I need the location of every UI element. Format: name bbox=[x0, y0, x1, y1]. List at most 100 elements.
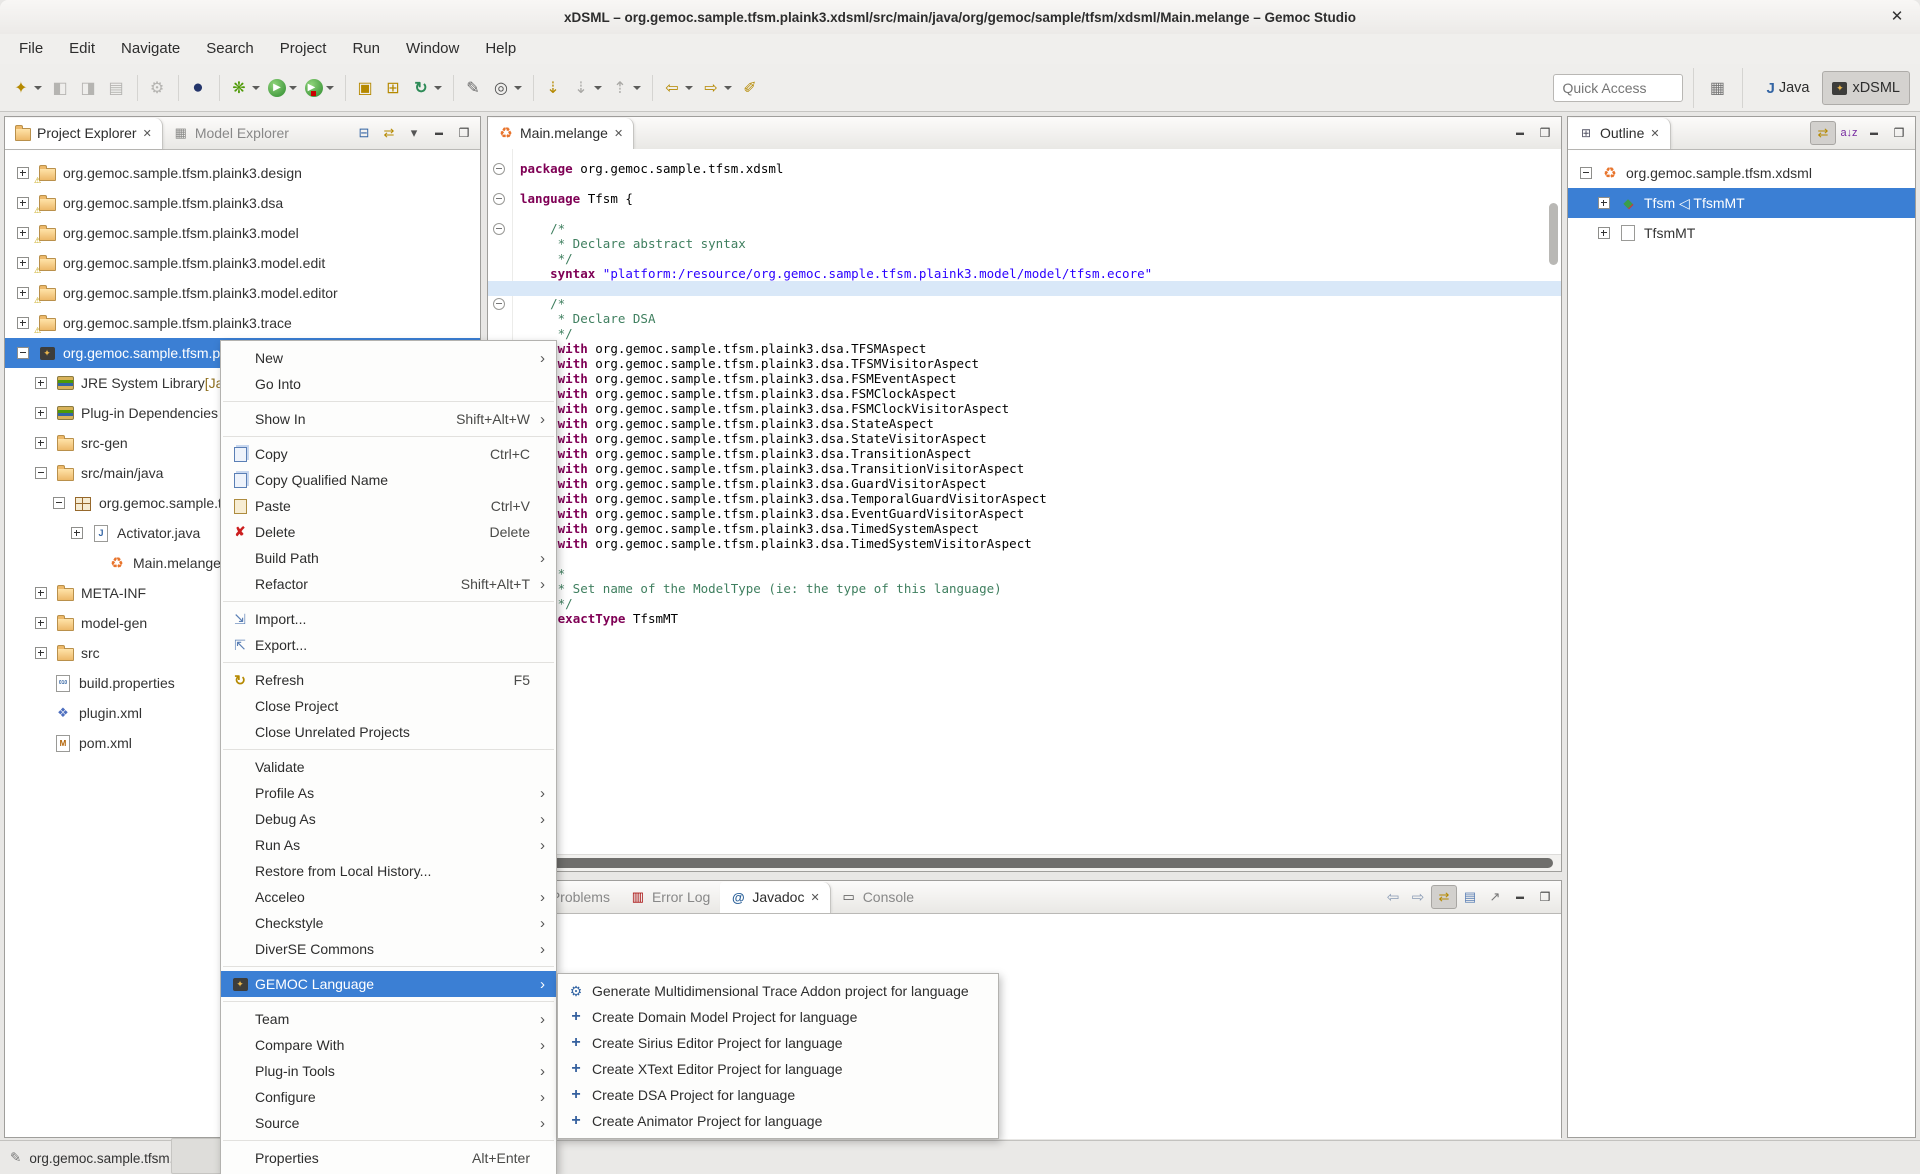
minimize-view-icon[interactable] bbox=[427, 122, 451, 144]
outline-row-tfsmmt[interactable]: TfsmMT bbox=[1568, 218, 1915, 248]
tree-row-model[interactable]: org.gemoc.sample.tfsm.plaink3.model bbox=[5, 218, 480, 248]
ctx-import[interactable]: Import... bbox=[221, 606, 556, 632]
ctx-close-unrelated-projects[interactable]: Close Unrelated Projects bbox=[221, 719, 556, 745]
ctx-team[interactable]: Team bbox=[221, 1006, 556, 1032]
tree-row-model-edit[interactable]: org.gemoc.sample.tfsm.plaink3.model.edit bbox=[5, 248, 480, 278]
editor-vertical-scrollbar[interactable] bbox=[1549, 151, 1560, 351]
fold-collapse-icon[interactable] bbox=[493, 298, 505, 310]
javadoc-back-icon[interactable]: ⇦ bbox=[1381, 886, 1405, 908]
expander-icon[interactable] bbox=[35, 587, 47, 599]
tree-row-model-editor[interactable]: org.gemoc.sample.tfsm.plaink3.model.edit… bbox=[5, 278, 480, 308]
ctx-source[interactable]: Source bbox=[221, 1110, 556, 1136]
ctx-paste[interactable]: PasteCtrl+V bbox=[221, 493, 556, 519]
ctx-go-into[interactable]: Go Into bbox=[221, 371, 556, 397]
run-history-button[interactable]: ▶ bbox=[302, 73, 337, 103]
minimize-view-icon[interactable] bbox=[1508, 886, 1532, 908]
outline-row-root[interactable]: org.gemoc.sample.tfsm.xdsml bbox=[1568, 158, 1915, 188]
tab-error-log[interactable]: ▥ Error Log bbox=[620, 882, 720, 913]
ctx-diverse-commons[interactable]: DiverSE Commons bbox=[221, 936, 556, 962]
ctx-run-as[interactable]: Run As bbox=[221, 832, 556, 858]
menu-edit[interactable]: Edit bbox=[56, 34, 108, 64]
maximize-view-icon[interactable] bbox=[1887, 122, 1911, 144]
submenu-create-sirius-editor[interactable]: Create Sirius Editor Project for languag… bbox=[558, 1030, 998, 1056]
tab-console[interactable]: ▭ Console bbox=[831, 882, 924, 913]
ctx-refactor[interactable]: RefactorShift+Alt+T bbox=[221, 571, 556, 597]
ctx-debug-as[interactable]: Debug As bbox=[221, 806, 556, 832]
menu-help[interactable]: Help bbox=[472, 34, 529, 64]
expander-icon[interactable] bbox=[17, 227, 29, 239]
chevron-down-icon[interactable] bbox=[514, 86, 522, 90]
ctx-new[interactable]: New bbox=[221, 345, 556, 371]
close-icon[interactable]: ✕ bbox=[810, 891, 819, 904]
ctx-compare-with[interactable]: Compare With bbox=[221, 1032, 556, 1058]
menu-run[interactable]: Run bbox=[339, 34, 393, 64]
search-button[interactable]: ◎ bbox=[488, 73, 525, 103]
chevron-down-icon[interactable] bbox=[633, 86, 641, 90]
submenu-create-dsa[interactable]: Create DSA Project for language bbox=[558, 1082, 998, 1108]
link-with-selection-icon[interactable]: ⇄ bbox=[1431, 885, 1457, 909]
editor-horizontal-scrollbar[interactable] bbox=[488, 854, 1561, 871]
debug-button[interactable]: ❋ bbox=[226, 73, 263, 103]
editor-content[interactable]: package org.gemoc.sample.tfsm.xdsml lang… bbox=[488, 149, 1561, 855]
expander-icon[interactable] bbox=[35, 407, 47, 419]
view-menu-icon[interactable]: ▾ bbox=[402, 122, 426, 144]
ctx-export[interactable]: Export... bbox=[221, 632, 556, 658]
titlebar[interactable]: xDSML – org.gemoc.sample.tfsm.plaink3.xd… bbox=[0, 0, 1920, 35]
new-wizard-button[interactable]: ✦ bbox=[8, 73, 45, 103]
perspective-xdsml-button[interactable]: xDSML bbox=[1822, 71, 1910, 105]
print-button[interactable]: ▤ bbox=[103, 73, 129, 103]
submenu-create-xtext-editor[interactable]: Create XText Editor Project for language bbox=[558, 1056, 998, 1082]
build-project-button[interactable]: ↻ bbox=[408, 73, 445, 103]
ctx-show-in[interactable]: Show InShift+Alt+W bbox=[221, 406, 556, 432]
ctx-plug-in-tools[interactable]: Plug-in Tools bbox=[221, 1058, 556, 1084]
minimize-view-icon[interactable] bbox=[1862, 122, 1886, 144]
ctx-copy[interactable]: CopyCtrl+C bbox=[221, 441, 556, 467]
forward-button[interactable]: ⇨ bbox=[698, 73, 735, 103]
window-close-icon[interactable]: ✕ bbox=[1888, 8, 1906, 26]
perspective-java-button[interactable]: J Java bbox=[1757, 72, 1818, 104]
expander-icon[interactable] bbox=[1598, 227, 1610, 239]
maximize-view-icon[interactable] bbox=[1533, 122, 1557, 144]
minimize-view-icon[interactable] bbox=[1508, 122, 1532, 144]
ctx-refresh[interactable]: RefreshF5 bbox=[221, 667, 556, 693]
tab-main-melange[interactable]: Main.melange ✕ bbox=[488, 118, 634, 149]
submenu-create-domain-model[interactable]: Create Domain Model Project for language bbox=[558, 1004, 998, 1030]
ctx-build-path[interactable]: Build Path bbox=[221, 545, 556, 571]
chevron-down-icon[interactable] bbox=[434, 86, 442, 90]
expander-icon[interactable] bbox=[35, 377, 47, 389]
acceleo-globe-button[interactable]: ● bbox=[185, 73, 211, 103]
maximize-view-icon[interactable] bbox=[1533, 886, 1557, 908]
expander-icon[interactable] bbox=[1580, 167, 1592, 179]
next-annotation-button[interactable]: ⇣ bbox=[568, 73, 605, 103]
run-button[interactable]: ▶ bbox=[265, 73, 300, 103]
close-icon[interactable]: ✕ bbox=[1650, 127, 1659, 140]
chevron-down-icon[interactable] bbox=[685, 86, 693, 90]
menu-window[interactable]: Window bbox=[393, 34, 472, 64]
ctx-configure[interactable]: Configure bbox=[221, 1084, 556, 1110]
expander-icon[interactable] bbox=[71, 527, 83, 539]
open-perspective-button[interactable]: ▦ bbox=[1704, 73, 1730, 103]
last-edit-location-button[interactable]: ⇣ bbox=[540, 73, 566, 103]
expander-icon[interactable] bbox=[35, 437, 47, 449]
expander-icon[interactable] bbox=[53, 497, 65, 509]
chevron-down-icon[interactable] bbox=[34, 86, 42, 90]
ctx-properties[interactable]: PropertiesAlt+Enter bbox=[221, 1145, 556, 1171]
expander-icon[interactable] bbox=[17, 167, 29, 179]
mark-occurrences-button[interactable]: ✐ bbox=[737, 73, 763, 103]
open-plugin-artifact-button[interactable]: ✎ bbox=[460, 73, 486, 103]
tree-row-trace[interactable]: org.gemoc.sample.tfsm.plaink3.trace bbox=[5, 308, 480, 338]
chevron-down-icon[interactable] bbox=[326, 86, 334, 90]
open-in-browser-icon[interactable]: ↗ bbox=[1483, 886, 1507, 908]
menu-search[interactable]: Search bbox=[193, 34, 267, 64]
ctx-delete[interactable]: DeleteDelete bbox=[221, 519, 556, 545]
new-acceleo-module-button[interactable]: ▣ bbox=[352, 73, 378, 103]
tab-outline[interactable]: ⊞ Outline ✕ bbox=[1568, 118, 1671, 149]
ctx-validate[interactable]: Validate bbox=[221, 754, 556, 780]
expander-icon[interactable] bbox=[17, 317, 29, 329]
expander-icon[interactable] bbox=[35, 647, 47, 659]
prev-annotation-button[interactable]: ⇡ bbox=[607, 73, 644, 103]
javadoc-forward-icon[interactable]: ⇨ bbox=[1406, 886, 1430, 908]
expander-icon[interactable] bbox=[17, 287, 29, 299]
collapse-all-icon[interactable]: ⊟ bbox=[352, 122, 376, 144]
tab-project-explorer[interactable]: Project Explorer ✕ bbox=[5, 118, 163, 149]
